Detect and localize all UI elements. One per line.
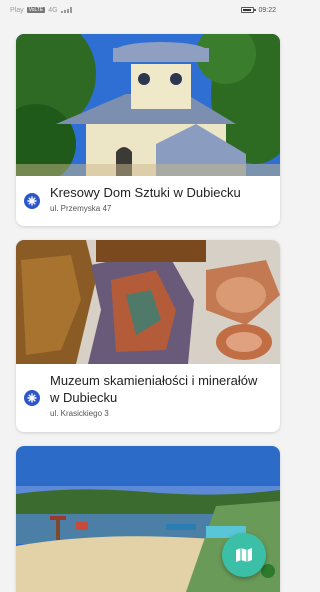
network-badge: VoLTE <box>26 7 46 13</box>
signal-icon <box>60 7 72 13</box>
place-card[interactable]: Kresowy Dom Sztuki w Dubiecku ul. Przemy… <box>16 34 280 226</box>
battery-icon <box>241 7 257 13</box>
place-address: ul. Przemyska 47 <box>50 204 112 213</box>
network-type: 4G <box>48 6 58 14</box>
place-photo <box>16 240 280 364</box>
map-view-button[interactable] <box>222 533 266 577</box>
place-card[interactable]: Muzeum skamieniałości i minerałów w Dubi… <box>16 240 280 432</box>
place-title: Muzeum skamieniałości i minerałów w Dubi… <box>50 373 258 405</box>
status-bar: Play VoLTE 4G 09:22 <box>0 0 286 20</box>
map-icon <box>236 548 252 562</box>
location-pin-icon <box>24 390 40 406</box>
place-photo <box>16 34 280 176</box>
place-title: Kresowy Dom Sztuki w Dubiecku <box>50 185 241 200</box>
carrier-label: Play <box>10 6 24 14</box>
clock: 09:22 <box>258 6 276 14</box>
place-address: ul. Krasickiego 3 <box>50 409 109 418</box>
location-pin-icon <box>24 193 40 209</box>
